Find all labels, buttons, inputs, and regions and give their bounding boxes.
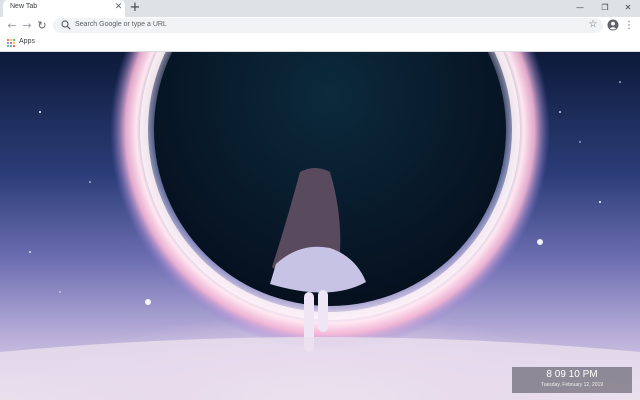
tab-title: New Tab bbox=[10, 3, 38, 10]
back-arrow-icon[interactable]: ← bbox=[4, 18, 20, 34]
bookmarks-bar: Apps bbox=[0, 35, 640, 52]
close-window-button[interactable]: ✕ bbox=[616, 0, 640, 15]
apps-grid-dot bbox=[13, 42, 15, 44]
apps-grid-dot bbox=[10, 45, 12, 47]
search-icon bbox=[61, 20, 71, 30]
apps-grid-dot bbox=[13, 39, 15, 41]
apps-bookmark[interactable]: Apps bbox=[19, 38, 35, 45]
tab-new-tab[interactable]: New Tab ✕ bbox=[3, 0, 125, 17]
toolbar: ← → ↻ Search Google or type a URL bbox=[0, 17, 640, 35]
reload-icon[interactable]: ↻ bbox=[34, 18, 50, 34]
profile-avatar-icon[interactable] bbox=[607, 19, 619, 31]
minimize-button[interactable]: — bbox=[568, 0, 592, 15]
apps-grid-dot bbox=[10, 42, 12, 44]
apps-grid-dot bbox=[7, 45, 9, 47]
tab-strip: New Tab ✕ + — ❐ ✕ bbox=[0, 0, 640, 17]
apps-grid-dot bbox=[7, 39, 9, 41]
maximize-button[interactable]: ❐ bbox=[593, 0, 617, 15]
close-tab-icon[interactable]: ✕ bbox=[114, 2, 123, 12]
apps-grid-dot bbox=[10, 39, 12, 41]
wallpaper-illustration bbox=[0, 52, 640, 400]
new-tab-background bbox=[0, 52, 640, 400]
clock-date: Tuesday, February 12, 2019 bbox=[540, 382, 604, 388]
apps-grid-dot bbox=[7, 42, 9, 44]
clock-time: 8 09 10 PM bbox=[546, 369, 598, 380]
bookmark-star-icon[interactable]: ☆ bbox=[587, 18, 599, 32]
address-bar[interactable]: Search Google or type a URL bbox=[53, 18, 603, 33]
clock-widget: 8 09 10 PM Tuesday, February 12, 2019 bbox=[512, 367, 632, 393]
forward-arrow-icon[interactable]: → bbox=[19, 18, 35, 34]
new-tab-plus-icon[interactable]: + bbox=[129, 1, 141, 15]
more-menu-icon[interactable]: ⋮ bbox=[624, 18, 634, 33]
apps-grid-dot bbox=[13, 45, 15, 47]
address-bar-placeholder: Search Google or type a URL bbox=[75, 21, 167, 28]
apps-grid-icon[interactable] bbox=[7, 39, 15, 47]
